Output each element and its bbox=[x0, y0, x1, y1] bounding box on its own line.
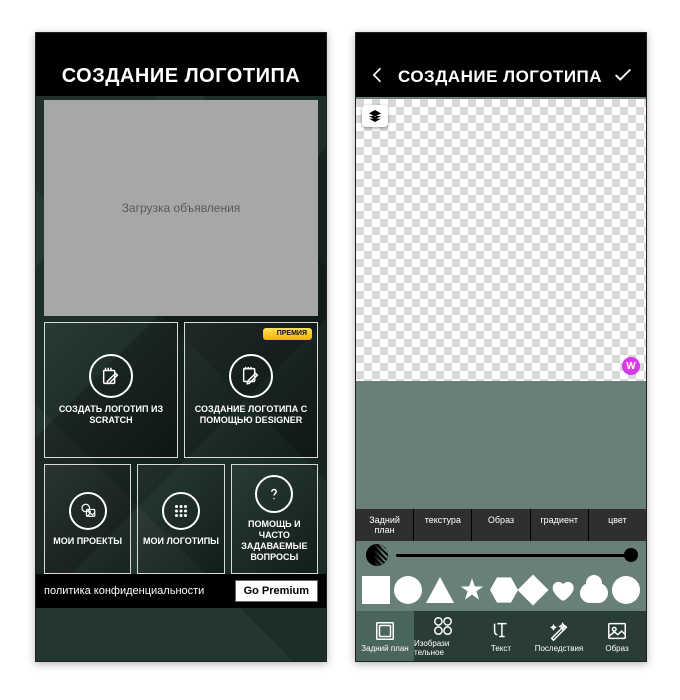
go-premium-button[interactable]: Go Premium bbox=[235, 580, 318, 602]
tab-texture[interactable]: текстура bbox=[414, 509, 472, 541]
nav-label: Текст bbox=[491, 644, 511, 653]
help-faq-button[interactable]: ПОМОЩЬ И ЧАСТО ЗАДАВАЕМЫЕ ВОПРОСЫ bbox=[231, 464, 318, 574]
create-from-scratch-button[interactable]: СОЗДАТЬ ЛОГОТИП ИЗ SCRATCH bbox=[44, 322, 178, 458]
question-icon bbox=[255, 475, 293, 513]
opacity-slider-row bbox=[356, 541, 646, 569]
nav-background[interactable]: Задний план bbox=[356, 611, 414, 661]
grid-dots-icon bbox=[162, 492, 200, 530]
shape-picker bbox=[356, 569, 646, 611]
gallery-icon bbox=[69, 492, 107, 530]
option-label: СОЗДАНИЕ ЛОГОТИПА С ПОМОЩЬЮ DESIGNER bbox=[189, 404, 313, 426]
nav-image[interactable]: Образ bbox=[588, 611, 646, 661]
editor-title: СОЗДАНИЕ ЛОГОТИПА bbox=[398, 67, 602, 87]
nav-text[interactable]: Текст bbox=[472, 611, 530, 661]
tab-background[interactable]: Задний план bbox=[356, 509, 414, 541]
nav-graphics[interactable]: Изобрази тельное bbox=[414, 611, 472, 661]
background-tabs: Задний план текстура Образ градиент цвет bbox=[356, 509, 646, 541]
shape-cloud[interactable] bbox=[580, 583, 608, 603]
editor-screen: СОЗДАНИЕ ЛОГОТИПА W Задний план текстура… bbox=[355, 32, 647, 662]
shape-badge[interactable] bbox=[612, 576, 640, 604]
my-projects-button[interactable]: МОИ ПРОЕКТЫ bbox=[44, 464, 131, 574]
ad-placeholder: Загрузка объявления bbox=[44, 100, 318, 316]
designer-icon bbox=[229, 354, 273, 398]
opacity-icon bbox=[366, 544, 388, 566]
shape-hexagon[interactable] bbox=[490, 576, 518, 604]
shape-star[interactable] bbox=[458, 576, 486, 604]
shape-circle[interactable] bbox=[394, 576, 422, 604]
option-label: МОИ ПРОЕКТЫ bbox=[53, 536, 122, 547]
shape-square[interactable] bbox=[362, 576, 390, 604]
shape-triangle[interactable] bbox=[426, 577, 454, 603]
nav-label: Образ bbox=[605, 644, 628, 653]
tab-image[interactable]: Образ bbox=[472, 509, 530, 541]
editor-header: СОЗДАНИЕ ЛОГОТИПА bbox=[356, 57, 646, 97]
nav-label: Задний план bbox=[361, 644, 408, 653]
slider-thumb[interactable] bbox=[624, 548, 638, 562]
ad-loading-text: Загрузка объявления bbox=[122, 201, 241, 215]
option-label: ПОМОЩЬ И ЧАСТО ЗАДАВАЕМЫЕ ВОПРОСЫ bbox=[236, 519, 313, 562]
my-logos-button[interactable]: МОИ ЛОГОТИПЫ bbox=[137, 464, 224, 574]
home-screen: СОЗДАНИЕ ЛОГОТИПА Загрузка объявления СО… bbox=[35, 32, 327, 662]
nav-effects[interactable]: Последствия bbox=[530, 611, 588, 661]
editor-bottom-nav: Задний план Изобрази тельное Текст После… bbox=[356, 611, 646, 661]
nav-label: Изобрази тельное bbox=[414, 639, 472, 657]
back-button[interactable] bbox=[368, 65, 388, 90]
watermark-icon: W bbox=[622, 357, 640, 375]
shape-diamond[interactable] bbox=[517, 574, 548, 605]
premium-badge: ⚡ПРЕМИЯ bbox=[263, 328, 312, 340]
status-bar bbox=[36, 33, 326, 57]
tab-gradient[interactable]: градиент bbox=[531, 509, 589, 541]
opacity-slider[interactable] bbox=[396, 554, 636, 557]
option-label: СОЗДАТЬ ЛОГОТИП ИЗ SCRATCH bbox=[49, 404, 173, 426]
tab-color[interactable]: цвет bbox=[589, 509, 646, 541]
layers-button[interactable] bbox=[362, 105, 388, 127]
pencil-note-icon bbox=[89, 354, 133, 398]
shape-heart[interactable] bbox=[548, 576, 576, 604]
confirm-button[interactable] bbox=[612, 64, 634, 91]
status-bar bbox=[356, 33, 646, 57]
option-label: МОИ ЛОГОТИПЫ bbox=[143, 536, 219, 547]
app-title: СОЗДАНИЕ ЛОГОТИПА bbox=[36, 57, 326, 96]
privacy-link[interactable]: политика конфиденциальности bbox=[44, 585, 204, 597]
create-with-designer-button[interactable]: ⚡ПРЕМИЯ СОЗДАНИЕ ЛОГОТИПА С ПОМОЩЬЮ DESI… bbox=[184, 322, 318, 458]
editor-canvas[interactable]: W bbox=[356, 99, 646, 381]
nav-label: Последствия bbox=[535, 644, 584, 653]
watermark: W bbox=[622, 357, 640, 375]
